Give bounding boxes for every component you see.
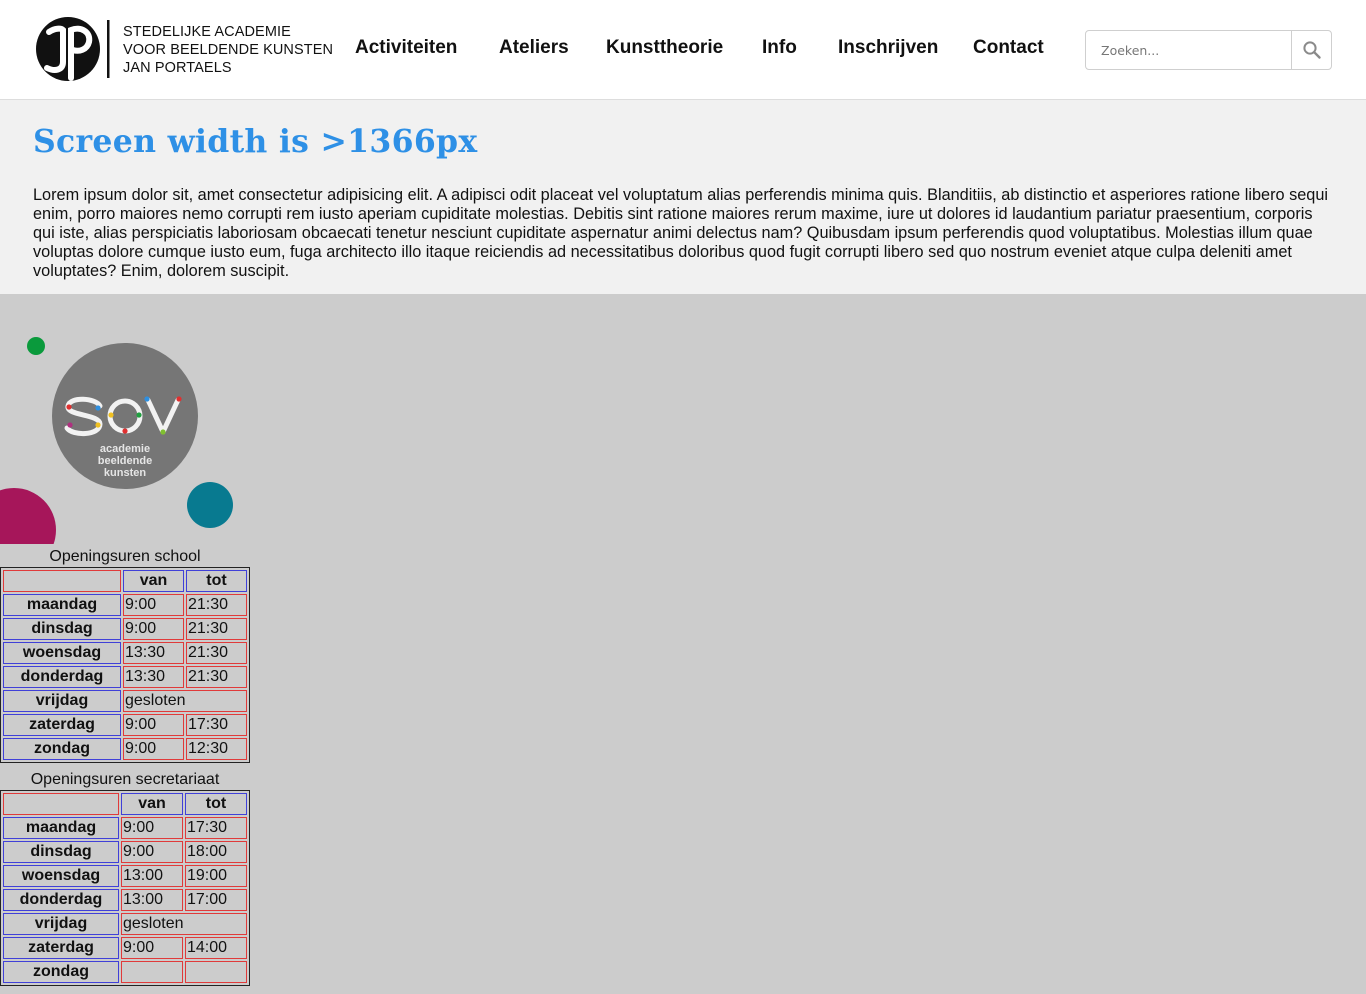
- to-cell: 17:30: [185, 817, 247, 839]
- closed-cell: gesloten: [121, 913, 247, 935]
- table-row: zaterdag 9:00 17:30: [3, 714, 247, 736]
- nav-item-ateliers[interactable]: Ateliers: [499, 37, 569, 59]
- col-header-to: tot: [185, 793, 247, 815]
- academy-name-line: JAN PORTAELS: [123, 60, 232, 76]
- table-row: zondag 9:00 12:30: [3, 738, 247, 760]
- secretariat-hours-caption: Openingsuren secretariaat: [30, 771, 220, 788]
- day-cell: dinsdag: [3, 841, 119, 863]
- sov-sub-line: kunsten: [104, 467, 146, 479]
- from-cell: 9:00: [123, 714, 184, 736]
- jp-logo-icon[interactable]: JP: [35, 16, 113, 82]
- from-cell: 9:00: [121, 841, 183, 863]
- day-cell: woensdag: [3, 642, 121, 664]
- table-row: donderdag 13:30 21:30: [3, 666, 247, 688]
- school-hours-block: Openingsuren school van tot maandag 9:00…: [0, 546, 250, 763]
- table-row: woensdag 13:30 21:30: [3, 642, 247, 664]
- sov-sub-line: academie: [100, 443, 150, 455]
- nav-item-info[interactable]: Info: [762, 37, 797, 59]
- day-cell: donderdag: [3, 889, 119, 911]
- page-title: Screen width is >1366px: [33, 123, 478, 160]
- from-cell: 9:00: [121, 817, 183, 839]
- table-row: zondag: [3, 961, 247, 983]
- to-cell: 21:30: [186, 666, 247, 688]
- from-cell: 13:00: [121, 889, 183, 911]
- day-cell: zaterdag: [3, 937, 119, 959]
- from-cell: 13:00: [121, 865, 183, 887]
- to-cell: 17:00: [185, 889, 247, 911]
- secretariat-hours-table: van tot maandag 9:00 17:30 dinsdag 9:00 …: [0, 790, 250, 986]
- to-cell: [185, 961, 247, 983]
- table-row: dinsdag 9:00 21:30: [3, 618, 247, 640]
- search-button[interactable]: [1291, 31, 1331, 69]
- intro-paragraph: Lorem ipsum dolor sit, amet consectetur …: [33, 186, 1329, 280]
- to-cell: 12:30: [186, 738, 247, 760]
- day-cell: woensdag: [3, 865, 119, 887]
- from-cell: 9:00: [123, 738, 184, 760]
- nav-item-contact[interactable]: Contact: [973, 37, 1044, 59]
- closed-cell: gesloten: [123, 690, 247, 712]
- from-cell: 13:30: [123, 642, 184, 664]
- school-hours-caption: Openingsuren school: [49, 548, 201, 565]
- search-input[interactable]: [1086, 31, 1293, 69]
- academy-name-line: STEDELIJKE ACADEMIE: [123, 24, 291, 40]
- table-row: maandag 9:00 21:30: [3, 594, 247, 616]
- table-header-row: van tot: [3, 793, 247, 815]
- nav-item-inschrijven[interactable]: Inschrijven: [838, 37, 938, 59]
- day-cell: dinsdag: [3, 618, 121, 640]
- from-cell: 9:00: [121, 937, 183, 959]
- table-row: donderdag 13:00 17:00: [3, 889, 247, 911]
- to-cell: 21:30: [186, 594, 247, 616]
- day-cell: vrijdag: [3, 690, 121, 712]
- green-dot-icon: [27, 337, 45, 355]
- site-header: JP STEDELIJKE ACADEMIE VOOR BEELDENDE KU…: [0, 0, 1366, 100]
- academy-name-line: VOOR BEELDENDE KUNSTEN: [123, 42, 334, 58]
- day-cell: vrijdag: [3, 913, 119, 935]
- teal-circle-icon: [187, 482, 233, 528]
- to-cell: 21:30: [186, 618, 247, 640]
- to-cell: 21:30: [186, 642, 247, 664]
- table-cell: [3, 793, 119, 815]
- table-row: vrijdag gesloten: [3, 913, 247, 935]
- table-header-row: van tot: [3, 570, 247, 592]
- academy-name[interactable]: STEDELIJKE ACADEMIE VOOR BEELDENDE KUNST…: [123, 23, 333, 77]
- from-cell: 13:30: [123, 666, 184, 688]
- nav-item-kunsttheorie[interactable]: Kunsttheorie: [606, 37, 723, 59]
- secretariat-hours-block: Openingsuren secretariaat van tot maanda…: [0, 769, 250, 986]
- school-hours-table: van tot maandag 9:00 21:30 dinsdag 9:00 …: [0, 567, 250, 763]
- sov-sub-line: beeldende: [98, 455, 152, 467]
- nav-item-activiteiten[interactable]: Activiteiten: [355, 37, 457, 59]
- from-cell: 9:00: [123, 594, 184, 616]
- day-cell: zondag: [3, 738, 121, 760]
- day-cell: zaterdag: [3, 714, 121, 736]
- day-cell: maandag: [3, 817, 119, 839]
- to-cell: 19:00: [185, 865, 247, 887]
- table-row: vrijdag gesloten: [3, 690, 247, 712]
- to-cell: 14:00: [185, 937, 247, 959]
- search-box: [1085, 30, 1332, 70]
- search-icon: [1302, 41, 1321, 59]
- day-cell: maandag: [3, 594, 121, 616]
- magenta-circle-icon: [0, 488, 56, 544]
- intro-section: Screen width is >1366px Lorem ipsum dolo…: [0, 100, 1366, 294]
- col-header-from: van: [121, 793, 183, 815]
- table-cell: [3, 570, 121, 592]
- table-row: woensdag 13:00 19:00: [3, 865, 247, 887]
- day-cell: donderdag: [3, 666, 121, 688]
- from-cell: 9:00: [123, 618, 184, 640]
- to-cell: 18:00: [185, 841, 247, 863]
- table-row: zaterdag 9:00 14:00: [3, 937, 247, 959]
- col-header-to: tot: [186, 570, 247, 592]
- col-header-from: van: [123, 570, 184, 592]
- to-cell: 17:30: [186, 714, 247, 736]
- table-row: maandag 9:00 17:30: [3, 817, 247, 839]
- table-row: dinsdag 9:00 18:00: [3, 841, 247, 863]
- sov-logo: academie beeldende kunsten: [0, 337, 233, 544]
- hours-section: academie beeldende kunsten Openingsuren …: [0, 294, 1366, 993]
- from-cell: [121, 961, 183, 983]
- day-cell: zondag: [3, 961, 119, 983]
